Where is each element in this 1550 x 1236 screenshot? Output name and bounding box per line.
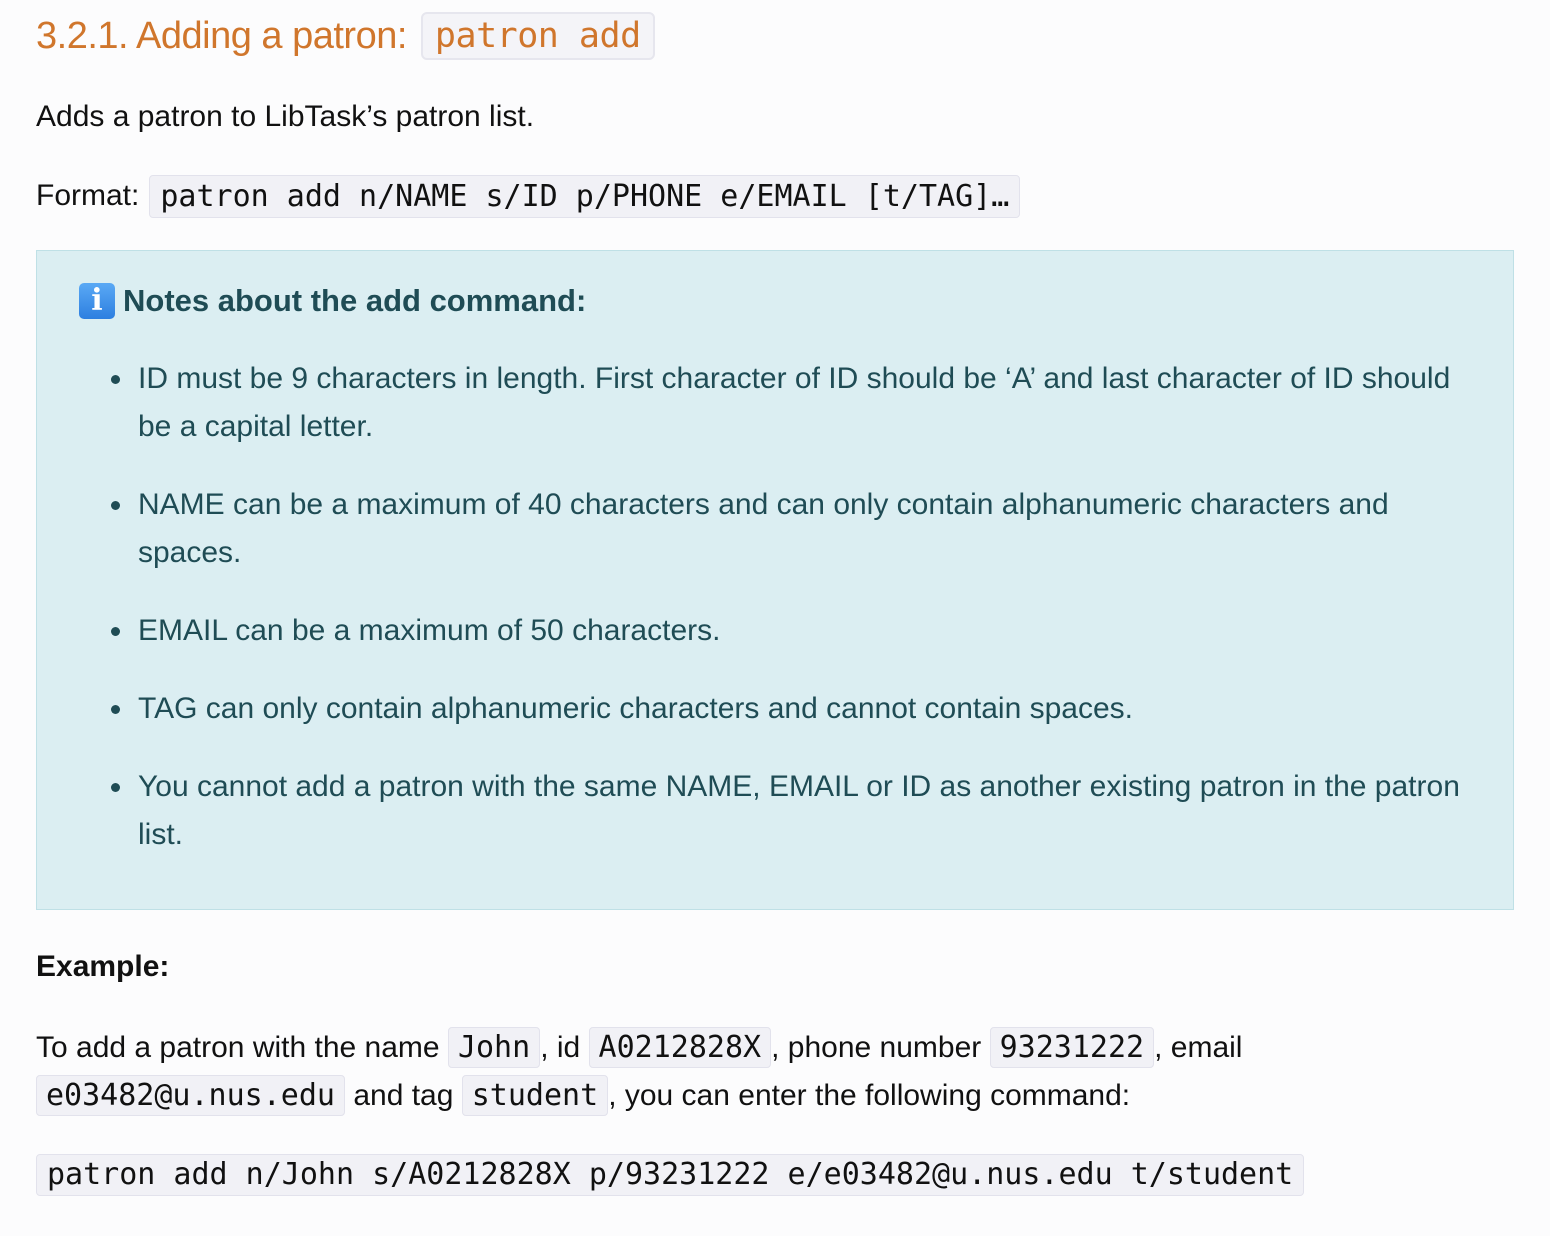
example-text-6: , you can enter the following command: xyxy=(608,1079,1131,1112)
example-label: Example: xyxy=(36,950,170,983)
example-text-4: , email xyxy=(1154,1031,1243,1064)
heading-text: 3.2.1. Adding a patron: xyxy=(36,14,407,57)
section-description: Adds a patron to LibTask’s patron list. xyxy=(36,100,535,133)
note-item-id: ID must be 9 characters in length. First… xyxy=(111,355,1478,451)
example-text-2: , id xyxy=(540,1031,589,1064)
note-item-email: EMAIL can be a maximum of 50 characters. xyxy=(111,607,1478,655)
info-note-box: i Notes about the add command: ID must b… xyxy=(36,250,1514,910)
heading-code: patron add xyxy=(420,12,655,60)
example-command-code: patron add n/John s/A0212828X p/93231222… xyxy=(36,1154,1305,1196)
example-id-code: A0212828X xyxy=(588,1027,772,1068)
info-icon: i xyxy=(79,283,115,319)
note-title-text: Notes about the add command: xyxy=(123,283,587,318)
example-name-code: John xyxy=(447,1027,541,1068)
section-heading: 3.2.1. Adding a patron: patron add xyxy=(36,10,655,62)
example-tag-code: student xyxy=(461,1075,609,1116)
example-text-1: To add a patron with the name xyxy=(36,1031,448,1064)
note-item-name: NAME can be a maximum of 40 characters a… xyxy=(111,481,1478,577)
note-title: i Notes about the add command: xyxy=(79,281,586,321)
note-item-duplicate: You cannot add a patron with the same NA… xyxy=(111,763,1478,859)
format-code: patron add n/NAME s/ID p/PHONE e/EMAIL [… xyxy=(149,174,1021,218)
format-label: Format: xyxy=(36,179,140,212)
example-text-5: and tag xyxy=(344,1079,462,1112)
example-text-3: , phone number xyxy=(771,1031,990,1064)
note-item-tag: TAG can only contain alphanumeric charac… xyxy=(111,685,1478,733)
example-paragraph: To add a patron with the name John, id A… xyxy=(36,1024,1496,1120)
format-line: Format: patron add n/NAME s/ID p/PHONE e… xyxy=(36,174,1021,218)
example-phone-code: 93231222 xyxy=(989,1027,1155,1068)
example-command-block: patron add n/John s/A0212828X p/93231222… xyxy=(36,1154,1305,1196)
note-list: ID must be 9 characters in length. First… xyxy=(111,355,1478,889)
example-email-code: e03482@u.nus.edu xyxy=(36,1075,345,1116)
